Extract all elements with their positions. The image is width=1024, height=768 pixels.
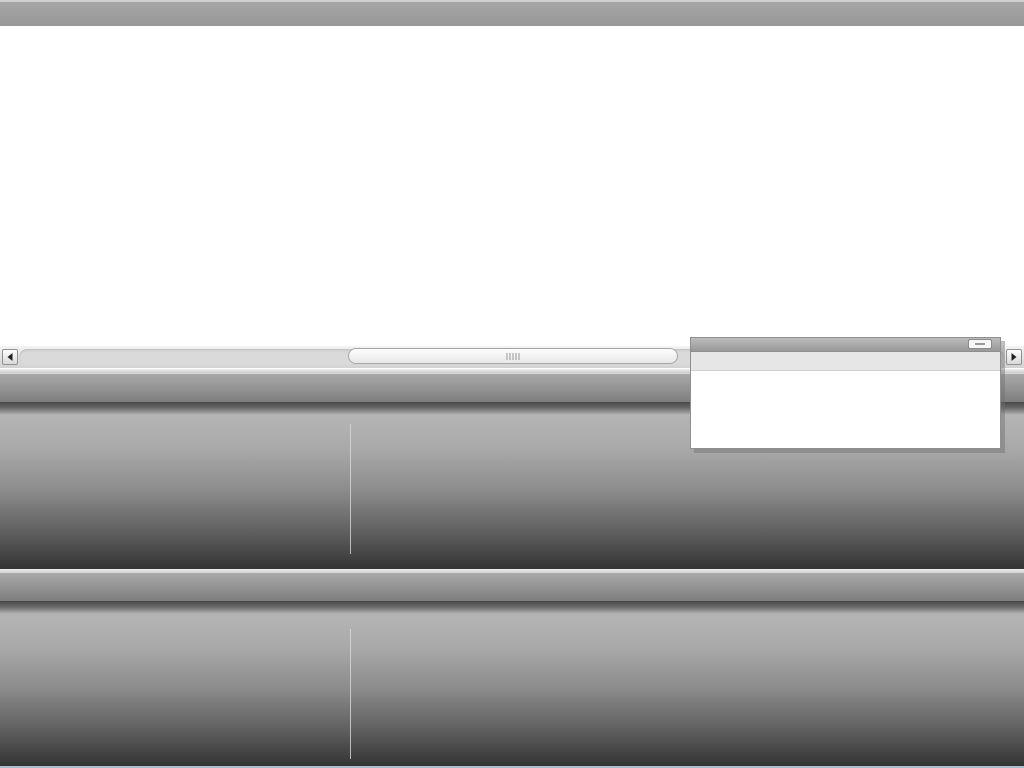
chart-options-dialog [690, 337, 1001, 449]
minimize-button[interactable] [968, 339, 992, 349]
column-divider [350, 629, 351, 759]
column-divider [350, 424, 351, 554]
chart-options-tabs [691, 352, 1000, 371]
chart-plot-area[interactable] [0, 38, 1024, 315]
minimize-icon [975, 343, 985, 345]
chart-section [0, 26, 1024, 345]
grip-icon [507, 353, 520, 360]
chart-options-legend [691, 371, 1000, 448]
app-window [0, 0, 1024, 768]
window-titlebar [0, 0, 1024, 26]
chart-options-titlebar[interactable] [691, 338, 1000, 352]
scrollbar-thumb[interactable] [348, 348, 678, 364]
arrow-right-icon [1012, 353, 1017, 361]
tab-row-minmax [0, 572, 1024, 601]
scroll-left-button[interactable] [2, 349, 18, 365]
minmax-values-panel [0, 601, 1024, 766]
scroll-right-button[interactable] [1006, 349, 1022, 365]
arrow-left-icon [8, 353, 13, 361]
